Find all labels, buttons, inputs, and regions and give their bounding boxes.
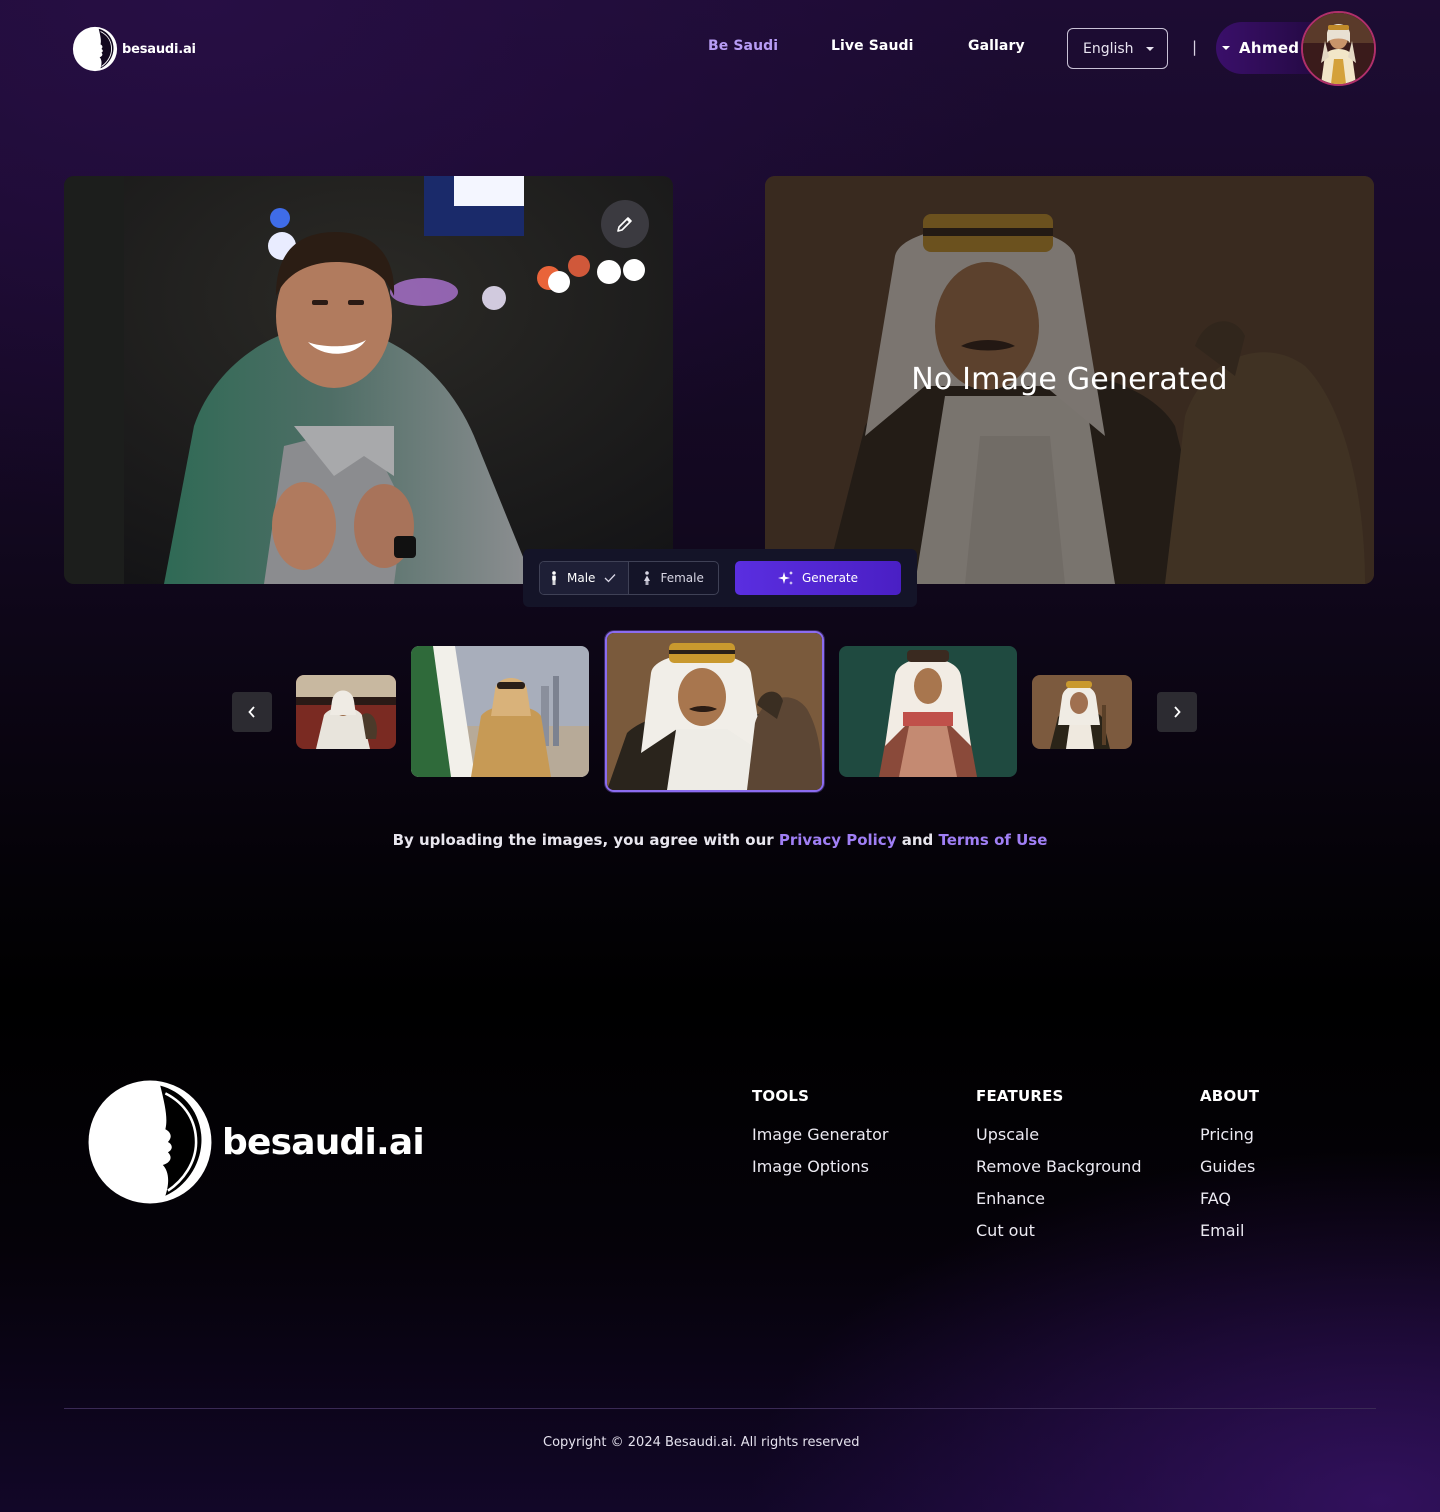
generate-toolbar: Male Female Generate [523, 549, 917, 607]
user-name: Ahmed [1239, 39, 1300, 57]
gender-male-label: Male [567, 571, 596, 585]
gender-female-label: Female [660, 571, 704, 585]
style-thumbnail[interactable] [1032, 675, 1132, 749]
footer-logo[interactable]: besaudi.ai [86, 1078, 425, 1206]
logo-face-icon [72, 26, 118, 72]
style-thumbnail[interactable] [411, 646, 589, 777]
privacy-policy-link[interactable]: Privacy Policy [779, 831, 897, 849]
footer-heading: FEATURES [976, 1087, 1064, 1105]
footer-link-image-generator[interactable]: Image Generator [752, 1125, 888, 1157]
footer-divider [64, 1408, 1376, 1409]
person-icon [552, 571, 556, 585]
footer-column-features: FEATURES Upscale Remove Background Enhan… [976, 1087, 1141, 1253]
avatar[interactable] [1301, 11, 1376, 86]
footer-heading: ABOUT [1200, 1087, 1260, 1105]
language-value: English [1083, 40, 1134, 57]
style-thumbnail[interactable] [296, 675, 396, 749]
chevron-down-icon [1146, 47, 1154, 51]
style-thumbnail[interactable] [839, 646, 1017, 777]
consent-text: By uploading the images, you agree with … [0, 831, 1440, 849]
language-select[interactable]: English [1067, 28, 1168, 69]
logo-text: besaudi.ai [122, 41, 196, 57]
nav-gallary[interactable]: Gallary [968, 38, 1025, 54]
gender-selector: Male Female [539, 561, 719, 595]
footer-logo-text: besaudi.ai [222, 1121, 425, 1163]
sparkle-icon [777, 571, 793, 585]
carousel-next-button[interactable] [1157, 692, 1197, 732]
footer-heading: TOOLS [752, 1087, 810, 1105]
footer-link-pricing[interactable]: Pricing [1200, 1125, 1259, 1157]
terms-of-use-link[interactable]: Terms of Use [938, 831, 1047, 849]
logo-face-icon [88, 1080, 212, 1204]
chevron-right-icon [1174, 706, 1181, 718]
no-image-text: No Image Generated [911, 362, 1228, 397]
footer-link-guides[interactable]: Guides [1200, 1157, 1259, 1189]
footer-column-about: ABOUT Pricing Guides FAQ Email [1200, 1087, 1259, 1253]
style-thumbnail-selected[interactable] [605, 631, 824, 792]
uploaded-image[interactable] [64, 176, 673, 584]
footer-link-faq[interactable]: FAQ [1200, 1189, 1259, 1221]
carousel-prev-button[interactable] [232, 692, 272, 732]
chevron-left-icon [248, 706, 255, 718]
generate-label: Generate [801, 571, 859, 585]
edit-image-button[interactable] [601, 200, 649, 248]
footer-link-image-options[interactable]: Image Options [752, 1157, 888, 1189]
gender-male-option[interactable]: Male [540, 562, 630, 594]
consent-conjunction: and [901, 831, 934, 849]
footer-link-enhance[interactable]: Enhance [976, 1189, 1141, 1221]
footer-link-email[interactable]: Email [1200, 1221, 1259, 1253]
consent-prefix: By uploading the images, you agree with … [392, 831, 774, 849]
generate-button[interactable]: Generate [735, 561, 901, 595]
gender-female-option[interactable]: Female [629, 562, 718, 594]
generated-image-placeholder: No Image Generated [765, 176, 1374, 584]
person-icon [644, 571, 651, 585]
chevron-down-icon [1222, 46, 1230, 50]
footer-link-upscale[interactable]: Upscale [976, 1125, 1141, 1157]
footer-column-tools: TOOLS Image Generator Image Options [752, 1087, 888, 1189]
footer-link-remove-background[interactable]: Remove Background [976, 1157, 1141, 1189]
nav-live-saudi[interactable]: Live Saudi [831, 38, 914, 54]
pencil-icon [617, 217, 632, 232]
header-logo[interactable]: besaudi.ai [72, 26, 196, 72]
nav-be-saudi[interactable]: Be Saudi [708, 38, 778, 54]
copyright-text: Copyright © 2024 Besaudi.ai. All rights … [543, 1435, 860, 1450]
check-icon [604, 574, 616, 583]
header-separator: | [1192, 38, 1198, 56]
footer-link-cut-out[interactable]: Cut out [976, 1221, 1141, 1253]
